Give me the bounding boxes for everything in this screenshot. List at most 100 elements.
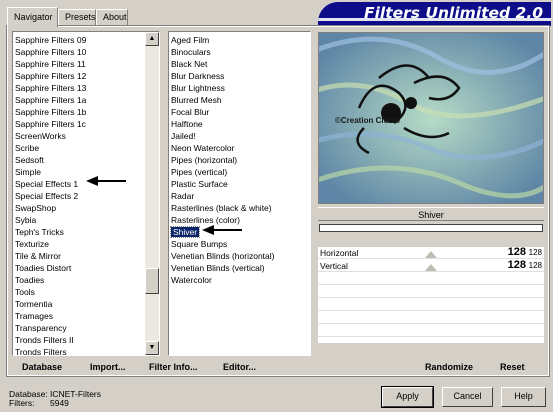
list-item-label: Sapphire Filters 10 xyxy=(15,47,87,57)
filters-count: 5949 xyxy=(50,398,69,408)
category-item[interactable]: Sapphire Filters 10 xyxy=(13,46,86,58)
list-item-label: Binoculars xyxy=(171,47,211,57)
scroll-up-icon[interactable]: ▲ xyxy=(145,32,159,46)
category-item[interactable]: Teph's Tricks xyxy=(13,226,64,238)
list-item-label: Sapphire Filters 09 xyxy=(15,35,87,45)
list-item-label: Pipes (horizontal) xyxy=(171,155,238,165)
filter-item[interactable]: Jailed! xyxy=(169,130,196,142)
category-item[interactable]: ScreenWorks xyxy=(13,130,66,142)
category-item[interactable]: Sapphire Filters 1c xyxy=(13,118,86,130)
list-item-label: Blur Darkness xyxy=(171,71,225,81)
tab-about[interactable]: About xyxy=(96,9,128,26)
filter-item[interactable]: Venetian Blinds (horizontal) xyxy=(169,250,274,262)
reset-button[interactable]: Reset xyxy=(500,361,525,373)
filter-item[interactable]: Black Net xyxy=(169,58,207,70)
list-item-label: Tormentia xyxy=(15,299,53,309)
list-item-label: Simple xyxy=(15,167,41,177)
banner-title: Filters Unlimited 2.0 xyxy=(364,4,543,22)
list-item-label: Halftone xyxy=(171,119,203,129)
category-list[interactable]: Sapphire Filters 09 Sapphire Filters 10 Sa… xyxy=(12,31,160,356)
list-item-label: Sedsoft xyxy=(15,155,44,165)
list-item-label: Focal Blur xyxy=(171,107,210,117)
category-item[interactable]: Texturize xyxy=(13,238,49,250)
filter-item[interactable]: Rasterlines (black & white) xyxy=(169,202,272,214)
category-scrollbar[interactable]: ▲ ▼ xyxy=(145,32,159,355)
list-item-label: Tramages xyxy=(15,311,53,321)
slider-empty-row xyxy=(318,273,544,285)
category-item[interactable]: Toadies Distort xyxy=(13,262,71,274)
list-item-label: Jailed! xyxy=(171,131,196,141)
filter-item[interactable]: Venetian Blinds (vertical) xyxy=(169,262,265,274)
list-item-label: SwapShop xyxy=(15,203,57,213)
list-item-label: Sapphire Filters 13 xyxy=(15,83,87,93)
filter-item[interactable]: Blur Lightness xyxy=(169,82,225,94)
category-item[interactable]: SwapShop xyxy=(13,202,56,214)
category-item[interactable]: Special Effects 2 xyxy=(13,190,78,202)
category-item[interactable]: Scribe xyxy=(13,142,39,154)
list-item-label: Tile & Mirror xyxy=(15,251,61,261)
cancel-button[interactable]: Cancel xyxy=(442,387,493,407)
list-item-label: Sybia xyxy=(15,215,37,225)
list-item-label: Black Net xyxy=(171,59,208,69)
scroll-thumb[interactable] xyxy=(145,268,159,294)
filter-info-button[interactable]: Filter Info... xyxy=(149,361,198,373)
category-item[interactable]: Sedsoft xyxy=(13,154,44,166)
tab-presets[interactable]: Presets xyxy=(58,9,96,26)
category-item[interactable]: Sapphire Filters 13 xyxy=(13,82,86,94)
filter-item[interactable]: Halftone xyxy=(169,118,203,130)
filter-item[interactable]: Shiver xyxy=(169,226,201,238)
category-item[interactable]: Simple xyxy=(13,166,41,178)
randomize-button[interactable]: Randomize xyxy=(425,361,473,373)
list-item-label: Sapphire Filters 1c xyxy=(15,119,86,129)
slider-horizontal[interactable]: Horizontal 128 128 xyxy=(318,246,544,259)
category-item[interactable]: Sapphire Filters 1a xyxy=(13,94,86,106)
category-item[interactable]: Sybia xyxy=(13,214,36,226)
database-button[interactable]: Database xyxy=(22,361,62,373)
filter-item[interactable]: Focal Blur xyxy=(169,106,209,118)
slider-thumb-icon[interactable] xyxy=(425,251,437,258)
list-item-label: Aged Film xyxy=(171,35,210,45)
category-item[interactable]: Tronds Filters xyxy=(13,346,67,355)
category-item[interactable]: Sapphire Filters 09 xyxy=(13,34,86,46)
category-item[interactable]: Transparency xyxy=(13,322,67,334)
category-item[interactable]: Special Effects 1 xyxy=(13,178,78,190)
current-filter-name: Shiver xyxy=(318,207,544,221)
filter-item[interactable]: Neon Watercolor xyxy=(169,142,234,154)
filter-item[interactable]: Blurred Mesh xyxy=(169,94,222,106)
list-item-label: Plastic Surface xyxy=(171,179,228,189)
apply-button[interactable]: Apply xyxy=(381,386,434,408)
scroll-down-icon[interactable]: ▼ xyxy=(145,341,159,355)
slider-thumb-icon[interactable] xyxy=(425,264,437,271)
filter-item[interactable]: Plastic Surface xyxy=(169,178,228,190)
slider-max: 128 xyxy=(528,261,542,270)
category-item[interactable]: Toadies xyxy=(13,274,44,286)
category-item[interactable]: Tormentia xyxy=(13,298,52,310)
filter-item[interactable]: Pipes (horizontal) xyxy=(169,154,237,166)
help-button[interactable]: Help xyxy=(501,387,546,407)
list-item-label: Shiver xyxy=(169,226,201,238)
category-item[interactable]: Tramages xyxy=(13,310,53,322)
filter-item[interactable]: Watercolor xyxy=(169,274,212,286)
editor-button[interactable]: Editor... xyxy=(223,361,256,373)
arrow-pointer-icon xyxy=(86,176,126,186)
filter-item[interactable]: Pipes (vertical) xyxy=(169,166,227,178)
slider-vertical[interactable]: Vertical 128 128 xyxy=(318,259,544,272)
category-item[interactable]: Tile & Mirror xyxy=(13,250,61,262)
filter-item[interactable]: Binoculars xyxy=(169,46,211,58)
import-button[interactable]: Import... xyxy=(90,361,126,373)
filter-item[interactable]: Square Bumps xyxy=(169,238,227,250)
list-item-label: Tools xyxy=(15,287,35,297)
list-item-label: Teph's Tricks xyxy=(15,227,64,237)
category-item[interactable]: Sapphire Filters 12 xyxy=(13,70,86,82)
filter-item[interactable]: Radar xyxy=(169,190,194,202)
list-item-label: Venetian Blinds (horizontal) xyxy=(171,251,275,261)
filter-item[interactable]: Aged Film xyxy=(169,34,209,46)
category-item[interactable]: Sapphire Filters 11 xyxy=(13,58,86,70)
category-item[interactable]: Tools xyxy=(13,286,35,298)
category-item[interactable]: Sapphire Filters 1b xyxy=(13,106,86,118)
filters-info: Filters: 5949 xyxy=(9,398,69,408)
filter-list[interactable]: Aged Film Binoculars Black Net Blur Darknes… xyxy=(168,31,311,356)
category-item[interactable]: Tronds Filters II xyxy=(13,334,74,346)
tab-navigator[interactable]: Navigator xyxy=(7,7,58,27)
filter-item[interactable]: Blur Darkness xyxy=(169,70,224,82)
